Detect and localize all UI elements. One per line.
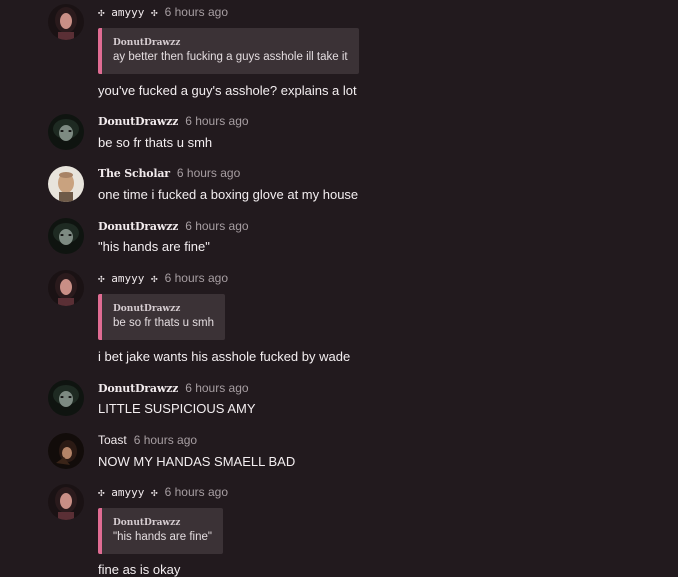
avatar-toast[interactable] (48, 433, 84, 469)
quote-author: DonutDrawzz (113, 38, 181, 48)
reply-quote[interactable]: DonutDrawzz be so fr thats u smh (98, 294, 225, 340)
timestamp: 6 hours ago (133, 433, 198, 447)
message-header: ✣ amyyy ✣ 6 hours ago (98, 484, 228, 500)
message-text: "his hands are fine" (98, 239, 210, 254)
author-name[interactable]: ✣ amyyy ✣ (98, 272, 158, 285)
avatar-amyyy[interactable] (48, 4, 84, 40)
message-header: DonutDrawzz 6 hours ago (98, 380, 249, 396)
message-text: LITTLE SUSPICIOUS AMY (98, 401, 256, 416)
author-name[interactable]: Toast (98, 433, 127, 447)
message-header: DonutDrawzz 6 hours ago (98, 218, 249, 234)
author-name[interactable]: DonutDrawzz (98, 115, 178, 128)
timestamp: 6 hours ago (185, 114, 249, 128)
avatar-donutdrawzz[interactable] (48, 380, 84, 416)
author-name[interactable]: ✣ amyyy ✣ (98, 486, 158, 499)
message-text: be so fr thats u smh (98, 135, 213, 150)
quote-text: be so fr thats u smh (113, 317, 214, 329)
avatar-donutdrawzz[interactable] (48, 114, 84, 150)
message-header: The Scholar 6 hours ago (98, 165, 240, 181)
message-header: Toast 6 hours ago (98, 432, 197, 448)
author-name[interactable]: DonutDrawzz (98, 382, 178, 395)
reply-quote[interactable]: DonutDrawzz ay better then fucking a guy… (98, 28, 359, 74)
timestamp: 6 hours ago (164, 485, 228, 499)
timestamp: 6 hours ago (176, 166, 241, 180)
avatar-the-scholar[interactable] (48, 166, 84, 202)
author-name[interactable]: The Scholar (98, 167, 170, 180)
quote-author: DonutDrawzz (113, 304, 181, 314)
timestamp: 6 hours ago (185, 381, 249, 395)
timestamp: 6 hours ago (185, 219, 249, 233)
message-text: one time i fucked a boxing glove at my h… (98, 187, 359, 202)
avatar-amyyy[interactable] (48, 270, 84, 306)
message-text: i bet jake wants his asshole fucked by w… (98, 349, 351, 364)
quote-author: DonutDrawzz (113, 518, 181, 528)
message-feed: ✣ amyyy ✣ 6 hours ago DonutDrawzz ay bet… (0, 0, 678, 577)
message-text: you've fucked a guy's asshole? explains … (98, 83, 357, 98)
reply-quote[interactable]: DonutDrawzz "his hands are fine" (98, 508, 223, 554)
message-text: NOW MY HANDAS SMAELL BAD (98, 454, 296, 469)
avatar-amyyy[interactable] (48, 484, 84, 520)
message-header: DonutDrawzz 6 hours ago (98, 113, 249, 129)
message-header: ✣ amyyy ✣ 6 hours ago (98, 270, 228, 286)
quote-text: "his hands are fine" (113, 531, 212, 543)
message-text: fine as is okay (98, 562, 181, 577)
message-header: ✣ amyyy ✣ 6 hours ago (98, 4, 228, 20)
quote-text: ay better then fucking a guys asshole il… (113, 51, 348, 63)
timestamp: 6 hours ago (164, 271, 228, 285)
avatar-donutdrawzz[interactable] (48, 218, 84, 254)
author-name[interactable]: DonutDrawzz (98, 220, 178, 233)
timestamp: 6 hours ago (164, 5, 228, 19)
author-name[interactable]: ✣ amyyy ✣ (98, 6, 158, 19)
